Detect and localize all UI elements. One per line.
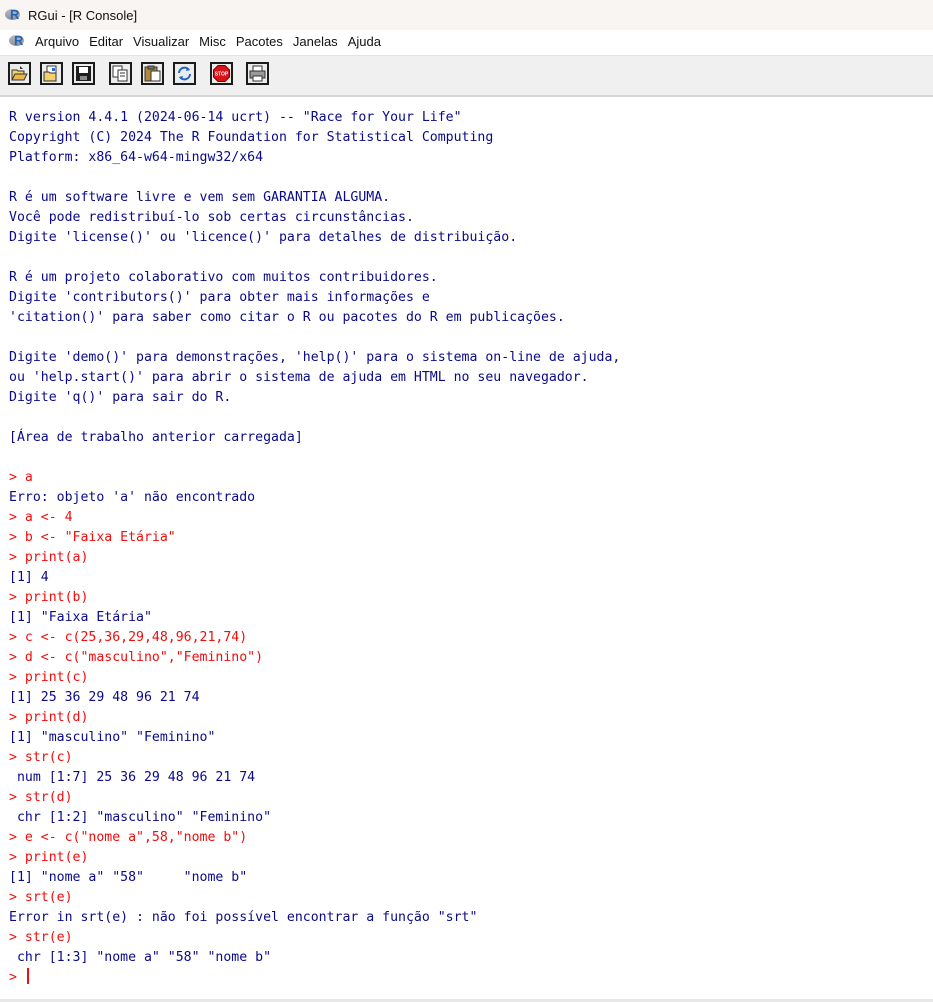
console-output-line: [1] "Faixa Etária" [9,610,152,625]
console-output-line: [1] "nome a" "58" "nome b" [9,870,248,885]
console-input-line: > str(e) [9,930,73,945]
console-output-line: num [1:7] 25 36 29 48 96 21 74 [9,770,256,785]
console-output-line: [1] "masculino" "Feminino" [9,730,216,745]
console-output-line: [1] 4 [9,570,49,585]
menu-arquivo[interactable]: Arquivo [30,34,84,49]
menu-pacotes[interactable]: Pacotes [231,34,288,49]
copy-icon [112,65,128,82]
paste-button[interactable] [141,62,164,85]
menu-visualizar[interactable]: Visualizar [128,34,194,49]
load-workspace-icon [43,65,57,82]
console-output-line: Você pode redistribuí-lo sob certas circ… [9,210,414,225]
console-output-line: ou 'help.start()' para abrir o sistema d… [9,370,589,385]
console-input-line: > str(d) [9,790,73,805]
paste-icon [144,65,161,82]
copy-paste-icon [178,66,191,81]
console-output-line: Digite 'contributors()' para obter mais … [9,290,430,305]
save-workspace-button[interactable] [72,62,95,85]
console-output[interactable]: R version 4.4.1 (2024-06-14 ucrt) -- "Ra… [0,97,933,999]
menu-bar: R Arquivo Editar Visualizar Misc Pacotes… [0,30,933,52]
stop-label: STOP [215,72,229,78]
text-cursor [26,968,29,984]
console-input-line: > print(a) [9,550,89,565]
window-title: RGui - [R Console] [28,7,138,23]
console-output-line: Copyright (C) 2024 The R Foundation for … [9,130,494,145]
console-input-line: > c <- c(25,36,29,48,96,21,74) [9,630,248,645]
console-input-line: > b <- "Faixa Etária" [9,530,176,545]
toolbar: STOP [0,55,933,97]
console-output-line: [1] 25 36 29 48 96 21 74 [9,690,200,705]
console-prompt: > [9,970,25,985]
copy-button[interactable] [109,62,132,85]
console-input-line: > print(d) [9,710,89,725]
stop-icon: STOP [213,65,230,82]
print-button[interactable] [246,62,269,85]
console-output-line: chr [1:2] "masculino" "Feminino" [9,810,272,825]
console-input-line: > print(c) [9,670,89,685]
console-output-line: R version 4.4.1 (2024-06-14 ucrt) -- "Ra… [9,110,462,125]
r-logo-icon: R [5,7,22,22]
r-logo-icon[interactable]: R [9,33,26,48]
menu-misc[interactable]: Misc [194,34,231,49]
save-workspace-icon [76,66,91,81]
console-output-line: [Área de trabalho anterior carregada] [9,430,303,445]
console-output-line: 'citation()' para saber como citar o R o… [9,310,565,325]
console-output-line: Platform: x86_64-w64-mingw32/x64 [9,150,264,165]
print-icon [249,65,266,82]
console-lines: R version 4.4.1 (2024-06-14 ucrt) -- "Ra… [9,108,933,968]
console-output-line: Error in srt(e) : não foi possível encon… [9,910,478,925]
menu-ajuda[interactable]: Ajuda [343,34,386,49]
console-output-line: chr [1:3] "nome a" "58" "nome b" [9,950,272,965]
title-bar: R RGui - [R Console] [0,0,933,30]
menu-editar[interactable]: Editar [84,34,128,49]
console-input-line: > d <- c("masculino","Feminino") [9,650,264,665]
console-input-line: > srt(e) [9,890,73,905]
console-output-line: Digite 'license()' ou 'licence()' para d… [9,230,518,245]
console-output-line: Erro: objeto 'a' não encontrado [9,490,256,505]
console-output-line: Digite 'demo()' para demonstrações, 'hel… [9,350,621,365]
console-input-line: > str(c) [9,750,73,765]
console-input-line: > print(b) [9,590,89,605]
console-output-line: R é um software livre e vem sem GARANTIA… [9,190,391,205]
console-input-line: > a <- 4 [9,510,73,525]
console-input-line: > print(e) [9,850,89,865]
console-input-line: > a [9,470,33,485]
open-script-button[interactable] [8,62,31,85]
copy-paste-button[interactable] [173,62,196,85]
console-input-line: > e <- c("nome a",58,"nome b") [9,830,248,845]
console-output-line: R é um projeto colaborativo com muitos c… [9,270,438,285]
console-output-line: Digite 'q()' para sair do R. [9,390,232,405]
open-script-icon [11,66,28,81]
stop-button[interactable]: STOP [210,62,233,85]
prompt-line[interactable]: > [9,968,933,988]
load-workspace-button[interactable] [40,62,63,85]
menu-janelas[interactable]: Janelas [288,34,343,49]
